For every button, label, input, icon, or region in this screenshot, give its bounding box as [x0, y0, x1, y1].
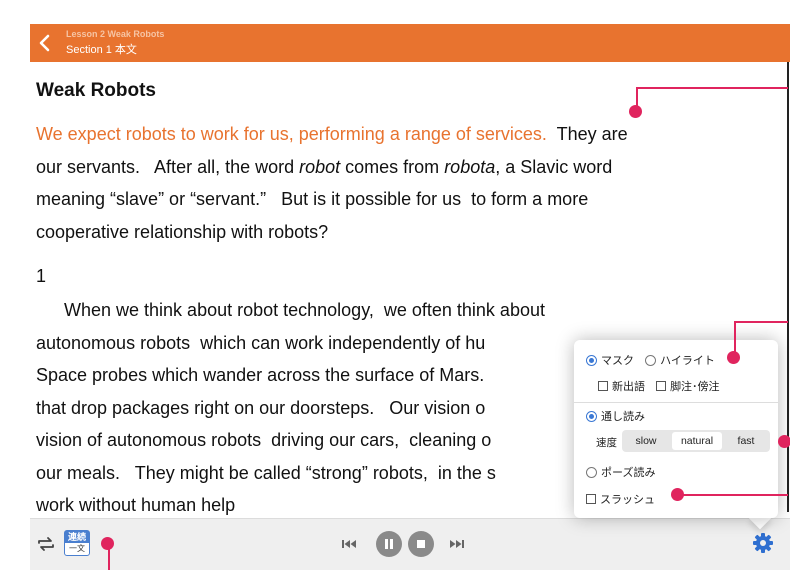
- page-title: Weak Robots: [36, 80, 157, 101]
- new-words-option[interactable]: 新出語: [598, 381, 645, 393]
- mask-label: マスク: [601, 355, 634, 367]
- body-line-7: work without human help: [36, 495, 236, 515]
- annotation-options-row: 新出語 脚注･傍注: [598, 378, 790, 394]
- body-line-3: Space probes which wander across the sur…: [36, 365, 485, 385]
- popover-divider: [574, 402, 778, 403]
- intro-line-1-rest: They are: [546, 124, 628, 144]
- body-paragraph: When we think about robot technology, we…: [36, 294, 545, 518]
- mode-continuous-label: 連続: [65, 531, 89, 543]
- callout-marker-3: [778, 435, 790, 448]
- body-line-5: vision of autonomous robots driving our …: [36, 430, 492, 450]
- body-line-6: our meals. They might be called “strong”…: [36, 462, 496, 483]
- intro-line-4: cooperative relationship with robots?: [36, 221, 329, 242]
- callout-leader-2: [734, 321, 736, 353]
- highlight-option[interactable]: ハイライト: [645, 355, 715, 367]
- body-line-2: autonomous robots which can work indepen…: [36, 332, 486, 353]
- notes-checkbox[interactable]: [656, 381, 667, 391]
- breadcrumb-lesson: Lesson 2 Weak Robots: [66, 29, 165, 39]
- app-header: Lesson 2 Weak Robots Section 1 本文: [0, 0, 790, 62]
- new-words-checkbox[interactable]: [598, 381, 608, 391]
- highlight-label: ハイライト: [660, 355, 715, 367]
- word-robota: robota: [444, 156, 496, 177]
- callout-leader-1h: [636, 87, 788, 89]
- reading-mode-toggle[interactable]: 連続 一文: [64, 530, 90, 556]
- slash-label: スラッシュ: [600, 494, 655, 506]
- callout-marker-1: [629, 105, 642, 118]
- pause-reading-radio[interactable]: [586, 467, 597, 478]
- stop-icon: [417, 540, 425, 548]
- speed-slow[interactable]: slow: [626, 432, 666, 450]
- notes-option[interactable]: 脚注･傍注: [656, 381, 720, 393]
- intro-line-3: meaning “slave” or “servant.” But is it …: [36, 189, 589, 209]
- previous-icon[interactable]: [341, 538, 357, 550]
- speed-natural[interactable]: natural: [672, 432, 722, 450]
- callout-leader-2h: [734, 321, 788, 323]
- intro-line-2-b: comes from: [340, 156, 445, 177]
- mask-option[interactable]: マスク: [586, 355, 634, 367]
- repeat-icon[interactable]: [36, 536, 56, 552]
- callout-marker-5: [101, 537, 114, 550]
- gear-icon[interactable]: [752, 532, 774, 554]
- pause-button[interactable]: [376, 531, 402, 557]
- pause-reading-label: ポーズ読み: [601, 467, 656, 479]
- intro-line-1: We expect robots to work for us, perform…: [36, 118, 628, 151]
- intro-line-2-a: our servants. After all, the word: [36, 156, 300, 177]
- display-mode-row: マスク ハイライト: [586, 352, 790, 368]
- stop-button[interactable]: [408, 531, 434, 557]
- callout-marker-2: [727, 351, 740, 364]
- word-robot: robot: [299, 156, 341, 177]
- highlight-radio[interactable]: [645, 355, 657, 366]
- mode-sentence-label: 一文: [69, 544, 85, 553]
- slash-checkbox[interactable]: [586, 494, 596, 504]
- intro-line-2: our servants. After all, the word robot …: [36, 151, 628, 184]
- speed-selector: slow natural fast: [622, 430, 770, 452]
- new-words-label: 新出語: [612, 381, 645, 393]
- mask-radio[interactable]: [586, 355, 597, 366]
- body-line-1-text: When we think about robot technology, we…: [64, 300, 545, 320]
- callout-marker-4: [671, 488, 684, 501]
- intro-line-2-c: , a Slavic word: [495, 156, 613, 177]
- highlighted-sentence[interactable]: We expect robots to work for us, perform…: [36, 124, 547, 144]
- body-line-4: that drop packages right on our doorstep…: [36, 397, 486, 418]
- continuous-row[interactable]: 通し読み: [586, 408, 790, 424]
- breadcrumb-section: Section 1 本文: [66, 44, 137, 56]
- pause-icon: [385, 539, 393, 549]
- paragraph-number: 1: [36, 266, 47, 286]
- back-icon[interactable]: [36, 32, 54, 54]
- body-line-1: When we think about robot technology, we…: [36, 294, 545, 327]
- continuous-label: 通し読み: [601, 411, 645, 423]
- notes-label: 脚注･傍注: [670, 381, 720, 393]
- continuous-radio[interactable]: [586, 411, 597, 422]
- pause-reading-row[interactable]: ポーズ読み: [586, 464, 790, 480]
- callout-leader-4: [682, 494, 788, 496]
- next-icon[interactable]: [449, 538, 465, 550]
- speed-fast[interactable]: fast: [726, 432, 766, 450]
- intro-paragraph: We expect robots to work for us, perform…: [36, 118, 628, 248]
